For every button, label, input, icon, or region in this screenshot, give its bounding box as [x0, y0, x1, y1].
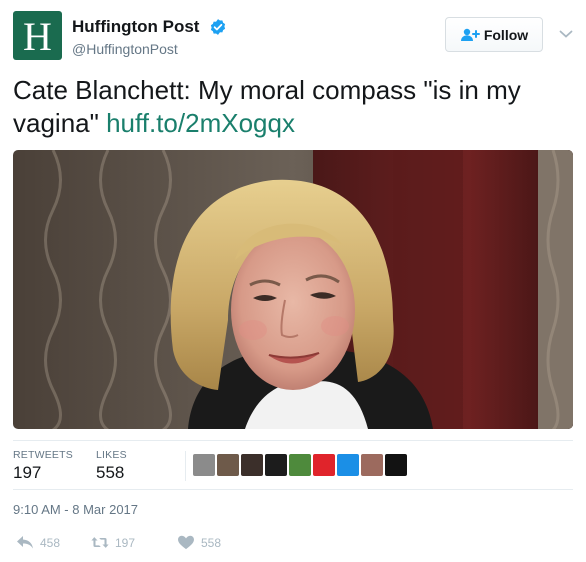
- likes-value: 558: [96, 463, 125, 482]
- verified-badge-icon: [210, 19, 226, 35]
- reply-count: 458: [40, 535, 61, 550]
- avatar-1[interactable]: [193, 454, 215, 476]
- follow-button-label: Follow: [483, 26, 529, 43]
- retweet-button[interactable]: 197: [91, 535, 135, 550]
- reply-button[interactable]: 458: [16, 535, 60, 550]
- avatar-letter: H: [23, 13, 52, 59]
- like-count[interactable]: LIKES 558: [96, 449, 127, 483]
- author-name[interactable]: Huffington Post: [72, 17, 199, 37]
- retweet-action-count: 197: [115, 535, 136, 550]
- tweet-timestamp[interactable]: 9:10 AM - 8 Mar 2017: [13, 502, 138, 517]
- like-button[interactable]: 558: [177, 535, 221, 550]
- author-handle[interactable]: @HuffingtonPost: [72, 41, 178, 57]
- follow-button[interactable]: Follow: [445, 17, 543, 52]
- stats-divider: [185, 451, 186, 481]
- tweet-card: H Huffington Post @HuffingtonPost Follow…: [0, 0, 586, 562]
- tweet-text: Cate Blanchett: My moral compass "is in …: [13, 74, 573, 140]
- photo-image: [13, 150, 573, 429]
- follow-icon: [460, 28, 480, 41]
- tweet-link[interactable]: huff.to/2mXogqx: [106, 108, 295, 138]
- likes-label: LIKES: [96, 449, 127, 461]
- chevron-down-icon[interactable]: [559, 29, 573, 39]
- avatar-3[interactable]: [241, 454, 263, 476]
- avatar-8[interactable]: [361, 454, 383, 476]
- avatar[interactable]: H: [13, 11, 62, 60]
- avatar-9[interactable]: [385, 454, 407, 476]
- avatar-5[interactable]: [289, 454, 311, 476]
- avatar-2[interactable]: [217, 454, 239, 476]
- avatar-6[interactable]: [313, 454, 335, 476]
- tweet-photo[interactable]: [13, 150, 573, 429]
- like-action-count: 558: [201, 535, 222, 550]
- retweets-label: RETWEETS: [13, 449, 73, 461]
- liker-avatars: [193, 454, 407, 476]
- reply-icon: [17, 536, 33, 549]
- heart-icon: [178, 535, 194, 550]
- retweets-value: 197: [13, 463, 42, 482]
- avatar-4[interactable]: [265, 454, 287, 476]
- retweet-icon: [91, 537, 109, 548]
- retweet-count[interactable]: RETWEETS 197: [13, 449, 73, 483]
- avatar-7[interactable]: [337, 454, 359, 476]
- tweet-stats: RETWEETS 197 LIKES 558: [13, 440, 573, 490]
